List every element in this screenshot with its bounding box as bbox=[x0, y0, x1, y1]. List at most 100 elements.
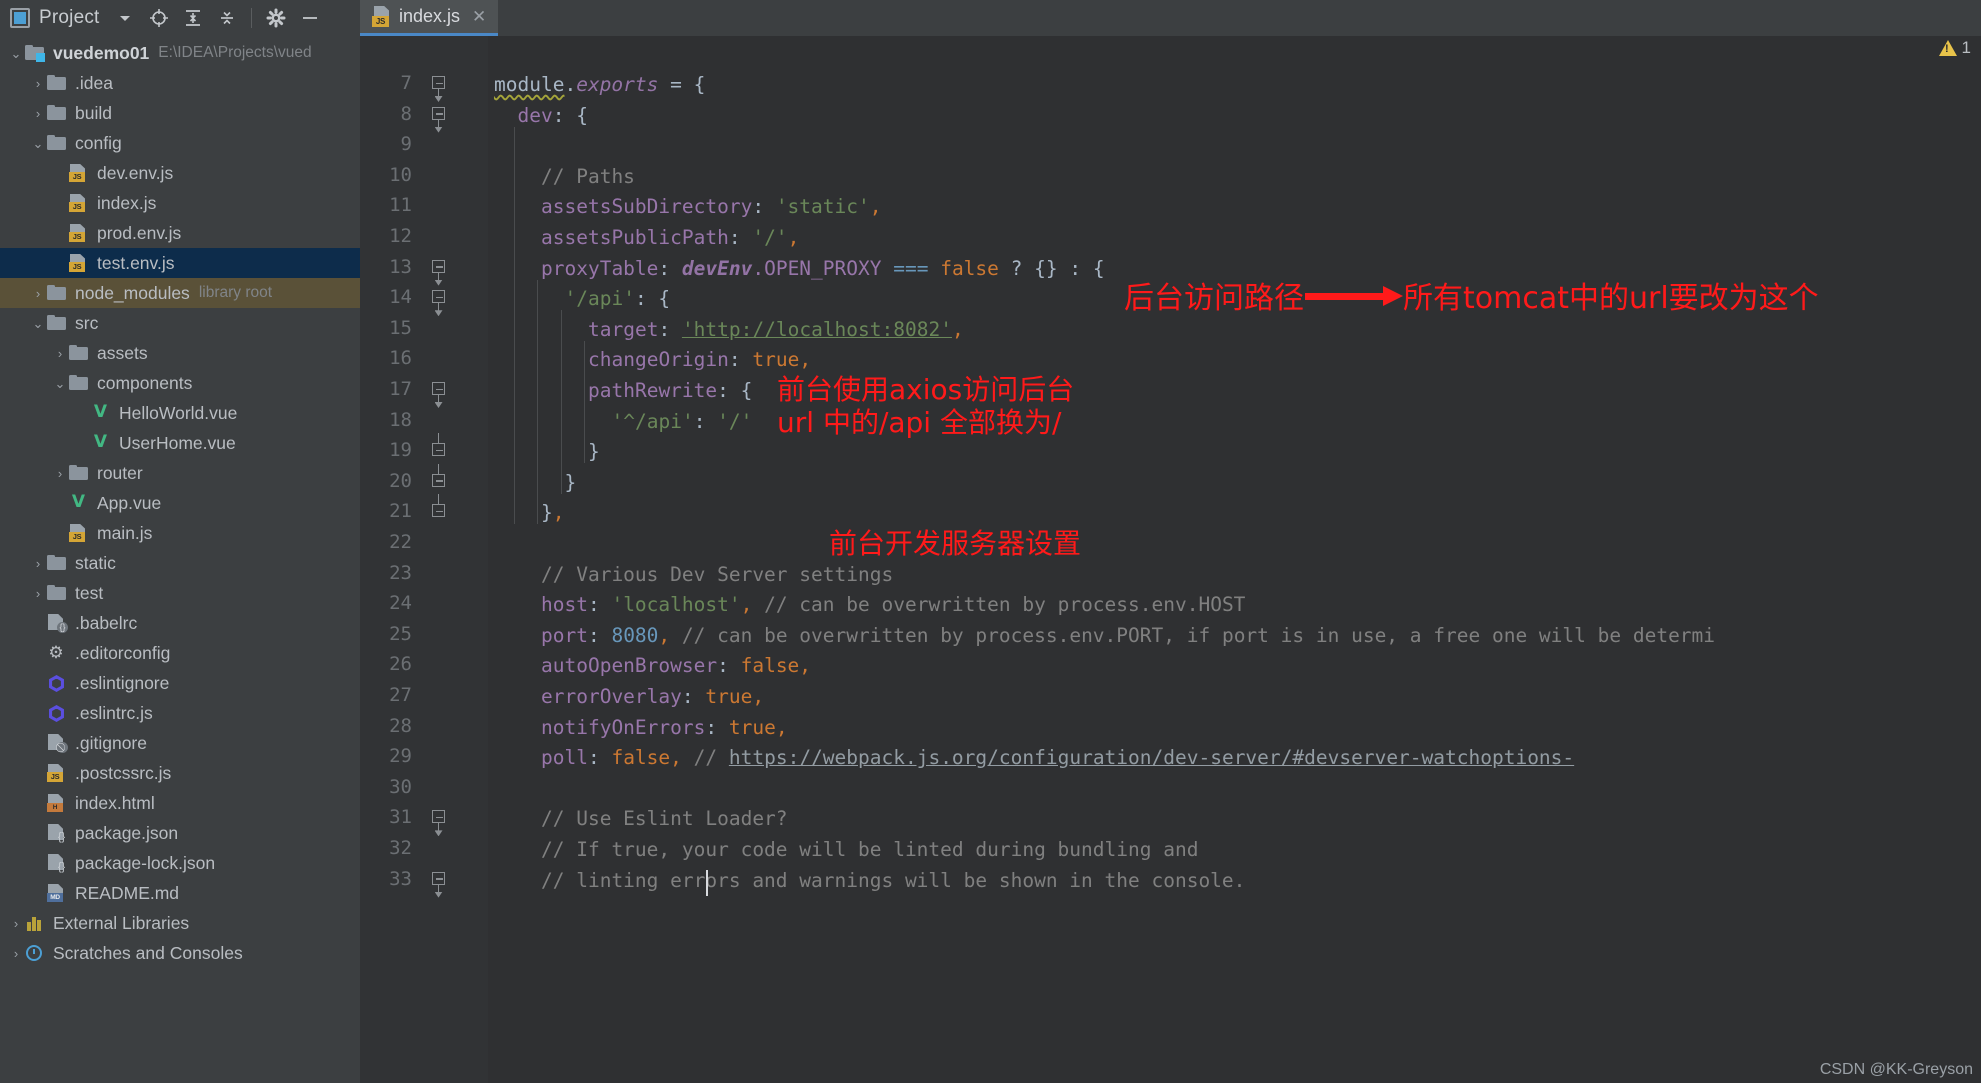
code-line[interactable]: pathRewrite: { bbox=[588, 378, 752, 404]
tree-row[interactable]: › static bbox=[0, 548, 360, 578]
tree-row[interactable]: V App.vue bbox=[0, 488, 360, 518]
gear-icon[interactable] bbox=[259, 3, 293, 33]
tree-row[interactable]: JS index.js bbox=[0, 188, 360, 218]
tree-row[interactable]: MD README.md bbox=[0, 878, 360, 908]
tree-row-label: External Libraries bbox=[53, 912, 190, 933]
code-line[interactable]: } bbox=[565, 470, 577, 496]
tree-row[interactable]: .eslintignore bbox=[0, 668, 360, 698]
code-line[interactable]: '^/api': '/' bbox=[612, 409, 753, 435]
code-token: : { bbox=[717, 379, 753, 402]
project-tree[interactable]: ⌄ vuedemo01 E:\IDEA\Projects\vued › .idea › bu… bbox=[0, 36, 360, 1083]
chevron-down-icon[interactable]: ⌄ bbox=[8, 47, 24, 60]
tree-row[interactable]: › router bbox=[0, 458, 360, 488]
code-line[interactable]: assetsSubDirectory: 'static', bbox=[541, 194, 881, 220]
tab-index-js[interactable]: JS index.js ✕ bbox=[360, 0, 499, 36]
tree-row[interactable]: › .idea bbox=[0, 68, 360, 98]
fold-marker[interactable] bbox=[432, 259, 448, 286]
chevron-right-icon[interactable]: › bbox=[52, 347, 68, 360]
fold-marker[interactable] bbox=[432, 494, 448, 520]
code-line[interactable]: }, bbox=[541, 500, 565, 526]
tree-row[interactable]: JS main.js bbox=[0, 518, 360, 548]
chevron-right-icon[interactable]: › bbox=[30, 77, 46, 90]
tree-row[interactable]: ⚙ .editorconfig bbox=[0, 638, 360, 668]
code-token: '/' bbox=[752, 226, 788, 249]
code-line[interactable]: // If true, your code will be linted dur… bbox=[541, 837, 1198, 863]
locate-file-icon[interactable] bbox=[142, 3, 176, 33]
code-line[interactable]: '/api': { bbox=[565, 286, 671, 312]
code-line[interactable]: // linting errors and warnings will be s… bbox=[541, 868, 1245, 894]
fold-marker[interactable] bbox=[432, 871, 448, 898]
tree-row[interactable]: › Scratches and Consoles bbox=[0, 938, 360, 968]
chevron-right-icon[interactable]: › bbox=[30, 107, 46, 120]
chevron-right-icon[interactable]: › bbox=[8, 917, 24, 930]
fold-marker[interactable] bbox=[432, 463, 448, 490]
tree-row[interactable]: .eslintrc.js bbox=[0, 698, 360, 728]
chevron-right-icon[interactable]: › bbox=[30, 587, 46, 600]
code-line[interactable]: } bbox=[588, 439, 600, 465]
tree-row[interactable]: V HelloWorld.vue bbox=[0, 398, 360, 428]
tree-row[interactable]: ⌄ config bbox=[0, 128, 360, 158]
line-number: 27 bbox=[389, 684, 412, 706]
expand-all-icon[interactable] bbox=[176, 3, 210, 33]
chevron-down-icon[interactable]: ⌄ bbox=[52, 377, 68, 390]
code-line[interactable]: poll: false, // https://webpack.js.org/c… bbox=[541, 745, 1574, 771]
status-badge[interactable]: 1 bbox=[1938, 38, 1971, 58]
code-line[interactable]: assetsPublicPath: '/', bbox=[541, 225, 799, 251]
tree-row[interactable]: JS .postcssrc.js bbox=[0, 758, 360, 788]
fold-marker[interactable] bbox=[432, 382, 448, 408]
tree-row[interactable]: › build bbox=[0, 98, 360, 128]
tree-row[interactable]: › External Libraries bbox=[0, 908, 360, 938]
code-line[interactable]: // Various Dev Server settings bbox=[541, 562, 893, 588]
chevron-right-icon[interactable]: › bbox=[52, 467, 68, 480]
tree-row[interactable]: ⌄ components bbox=[0, 368, 360, 398]
tree-row[interactable]: {} package-lock.json bbox=[0, 848, 360, 878]
code-line[interactable]: host: 'localhost', // can be overwritten… bbox=[541, 592, 1245, 618]
tree-row[interactable]: JS test.env.js bbox=[0, 248, 360, 278]
project-view-dropdown-button[interactable] bbox=[108, 3, 142, 33]
code-line[interactable]: proxyTable: devEnv.OPEN_PROXY === false … bbox=[541, 256, 1105, 282]
fold-marker[interactable] bbox=[432, 433, 448, 459]
json-file-icon: {} bbox=[46, 613, 68, 633]
tree-row[interactable]: {} .babelrc bbox=[0, 608, 360, 638]
chevron-right-icon[interactable]: › bbox=[30, 287, 46, 300]
code-line[interactable]: notifyOnErrors: true, bbox=[541, 715, 788, 741]
minimize-icon[interactable] bbox=[293, 3, 327, 33]
code-line[interactable]: module.exports = { bbox=[494, 72, 705, 98]
watermark: CSDN @KK-Greyson bbox=[1819, 1061, 1973, 1078]
chevron-down-icon[interactable]: ⌄ bbox=[30, 317, 46, 330]
chevron-right-icon[interactable]: › bbox=[30, 557, 46, 570]
js-file-icon: JS bbox=[68, 163, 90, 183]
tree-row[interactable]: JS prod.env.js bbox=[0, 218, 360, 248]
fold-marker[interactable] bbox=[432, 810, 448, 837]
tree-row[interactable]: V UserHome.vue bbox=[0, 428, 360, 458]
chevron-down-icon[interactable]: ⌄ bbox=[30, 137, 46, 150]
fold-marker[interactable] bbox=[432, 290, 448, 317]
tree-row[interactable]: ⃠ .gitignore bbox=[0, 728, 360, 758]
folder-icon bbox=[46, 583, 68, 603]
tree-row[interactable]: JS dev.env.js bbox=[0, 158, 360, 188]
tree-row[interactable]: ⌄ src bbox=[0, 308, 360, 338]
fold-marker[interactable] bbox=[432, 106, 448, 133]
code-line[interactable]: target: 'http://localhost:8082', bbox=[588, 317, 964, 343]
tree-row[interactable]: ⌄ vuedemo01 E:\IDEA\Projects\vued bbox=[0, 38, 360, 68]
tree-row[interactable]: › node_modules library root bbox=[0, 278, 360, 308]
collapse-all-icon[interactable] bbox=[210, 3, 244, 33]
line-number: 24 bbox=[389, 592, 412, 615]
tree-row[interactable]: {} package.json bbox=[0, 818, 360, 848]
chevron-right-icon[interactable]: › bbox=[8, 947, 24, 960]
code-line[interactable]: errorOverlay: true, bbox=[541, 684, 764, 710]
editor-code-area[interactable]: module.exports = { dev: { // Paths assetsSu… bbox=[488, 36, 1981, 1083]
tree-row[interactable]: › test bbox=[0, 578, 360, 608]
fold-marker[interactable] bbox=[432, 76, 448, 102]
code-editor[interactable]: 7 8 9 10 11 12 13 14 15 16 17 18 19 20 21 22 23 24 25 26 27 2… bbox=[360, 36, 1981, 1083]
code-line[interactable]: autoOpenBrowser: false, bbox=[541, 653, 811, 679]
editor-gutter[interactable]: 7 8 9 10 11 12 13 14 15 16 17 18 19 20 21 22 23 24 25 26 27 2… bbox=[360, 36, 488, 1083]
code-line[interactable]: // Paths bbox=[541, 164, 635, 190]
tree-row[interactable]: Hindex.html bbox=[0, 788, 360, 818]
code-line[interactable]: // Use Eslint Loader? bbox=[541, 806, 788, 832]
tree-row[interactable]: › assets bbox=[0, 338, 360, 368]
close-icon[interactable]: ✕ bbox=[468, 8, 486, 25]
code-line[interactable]: port: 8080, // can be overwritten by pro… bbox=[541, 623, 1715, 649]
code-line[interactable]: dev: { bbox=[518, 103, 588, 129]
line-number: 25 bbox=[389, 622, 412, 645]
